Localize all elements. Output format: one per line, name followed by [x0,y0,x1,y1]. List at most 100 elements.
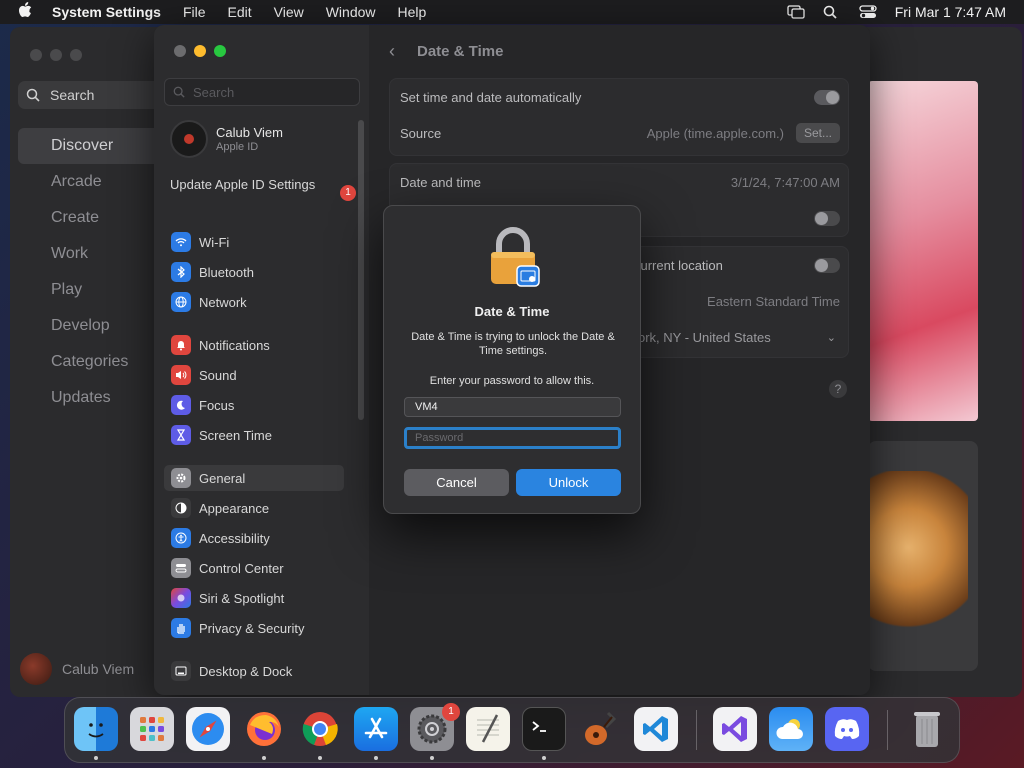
menu-edit[interactable]: Edit [228,4,252,20]
app-store-nav-play[interactable]: Play [18,272,168,308]
vscode-icon[interactable] [634,707,678,751]
menu-clock[interactable]: Fri Mar 1 7:47 AM [895,4,1006,20]
apple-id-row[interactable]: Calub Viem Apple ID [170,120,283,158]
user-subtitle: Apple ID [216,141,259,153]
sidebar-item-siri-spotlight[interactable]: Siri & Spotlight [164,585,344,611]
set-source-button[interactable]: Set... [795,123,840,143]
gear-icon [171,468,191,488]
running-indicator [262,756,266,760]
sidebar-item-label: Wi-Fi [199,234,230,250]
update-label: Update Apple ID Settings [170,177,316,192]
dialog-prompt: Enter your password to allow this. [429,375,595,387]
sidebar-item-desktop-dock[interactable]: Desktop & Dock [164,658,344,684]
app-store-nav-create[interactable]: Create [18,200,168,236]
launchpad-icon[interactable] [130,707,174,751]
app-store-search-field[interactable]: Search [18,81,168,109]
discord-icon[interactable] [825,707,869,751]
cancel-button[interactable]: Cancel [404,469,509,496]
finder-icon[interactable] [74,707,118,751]
auto-time-row: Set time and date automatically [400,79,840,115]
settings-search-field[interactable]: Search [164,78,360,106]
date-time-value[interactable]: 3/1/24, 7:47:00 AM [731,175,840,190]
featured-artwork[interactable] [868,81,978,421]
sidebar-item-general[interactable]: General [164,465,344,491]
weather-icon[interactable] [769,707,813,751]
app-store-nav-updates[interactable]: Updates [18,380,168,416]
app-store-close-button[interactable] [30,49,42,61]
wifi-icon [171,232,191,252]
back-chevron-icon[interactable]: ‹ [389,41,395,62]
system-settings-icon[interactable]: 1 [410,703,460,751]
app-store-nav-arcade[interactable]: Arcade [18,164,168,200]
menu-help[interactable]: Help [398,4,427,20]
sidebar-item-network[interactable]: Network [164,289,344,315]
menu-app-name[interactable]: System Settings [52,4,161,20]
app-store-account[interactable]: Calub Viem [20,653,134,685]
hand-icon [171,618,191,638]
control-center-icon [171,558,191,578]
auto-time-toggle[interactable] [814,89,840,105]
settings-sidebar: Search Calub Viem Apple ID Update Apple … [154,25,369,695]
sidebar-item-appearance[interactable]: Appearance [164,495,344,521]
menu-bar: System Settings File Edit View Window He… [0,0,1024,24]
sidebar-item-label: Network [199,294,247,310]
update-apple-id-row[interactable]: Update Apple ID Settings 1 [170,177,360,201]
running-indicator [94,756,98,760]
illustration-image [868,471,968,641]
sidebar-item-wifi[interactable]: Wi-Fi [164,229,344,255]
closest-city-value[interactable]: ork, NY - United States [638,330,771,345]
sidebar-item-privacy-security[interactable]: Privacy & Security [164,615,344,641]
chevron-down-icon[interactable]: ⌄ [827,331,836,344]
minimize-button[interactable] [194,45,206,57]
password-field[interactable]: Password [404,427,621,449]
menu-view[interactable]: View [274,4,304,20]
sidebar-item-screen-time[interactable]: Screen Time [164,422,344,448]
automatic-time-group: Set time and date automatically Source A… [389,78,849,156]
trash-icon[interactable] [905,707,949,751]
sidebar-item-notifications[interactable]: Notifications [164,332,344,358]
help-button[interactable]: ? [829,380,847,398]
sidebar-item-control-center[interactable]: Control Center [164,555,344,581]
running-indicator [318,756,322,760]
sidebar-item-bluetooth[interactable]: Bluetooth [164,259,344,285]
menu-file[interactable]: File [183,4,206,20]
content-header: ‹ Date & Time [389,41,503,62]
time-format-toggle[interactable] [814,210,840,226]
zoom-button[interactable] [214,45,226,57]
apple-menu-icon[interactable] [18,2,38,22]
date-time-label: Date and time [400,174,481,190]
sidebar-scrollbar[interactable] [358,120,364,420]
spotlight-search-icon[interactable] [823,5,841,19]
sidebar-item-focus[interactable]: Focus [164,392,344,418]
sidebar-item-label: Sound [199,367,237,383]
terminal-icon[interactable] [522,707,566,751]
app-store-nav-work[interactable]: Work [18,236,168,272]
app-store-nav-develop[interactable]: Develop [18,308,168,344]
unlock-button[interactable]: Unlock [516,469,621,496]
app-store-user-name: Calub Viem [62,661,135,677]
safari-icon[interactable] [186,707,230,751]
location-toggle[interactable] [814,257,840,273]
control-center-icon[interactable] [859,5,877,19]
close-button[interactable] [174,45,186,57]
menu-window[interactable]: Window [326,4,376,20]
app-store-minimize-button[interactable] [50,49,62,61]
featured-card[interactable] [868,441,978,671]
app-store-icon[interactable] [354,707,398,751]
sidebar-item-accessibility[interactable]: Accessibility [164,525,344,551]
username-field[interactable]: VM4 [404,397,621,417]
hourglass-icon [171,425,191,445]
textedit-icon[interactable] [466,707,510,751]
chrome-icon[interactable] [298,707,342,751]
garageband-icon[interactable] [578,707,622,751]
app-store-zoom-button[interactable] [70,49,82,61]
app-store-nav-categories[interactable]: Categories [18,344,168,380]
avatar [170,120,208,158]
screen-mirroring-icon[interactable] [787,5,805,19]
app-store-nav-discover[interactable]: Discover [18,128,168,164]
sidebar-item-sound[interactable]: Sound [164,362,344,388]
sidebar-item-label: Screen Time [199,427,272,443]
auth-dialog: Date & Time Date & Time is trying to unl… [383,205,641,514]
visual-studio-icon[interactable] [713,707,757,751]
firefox-icon[interactable] [242,707,286,751]
